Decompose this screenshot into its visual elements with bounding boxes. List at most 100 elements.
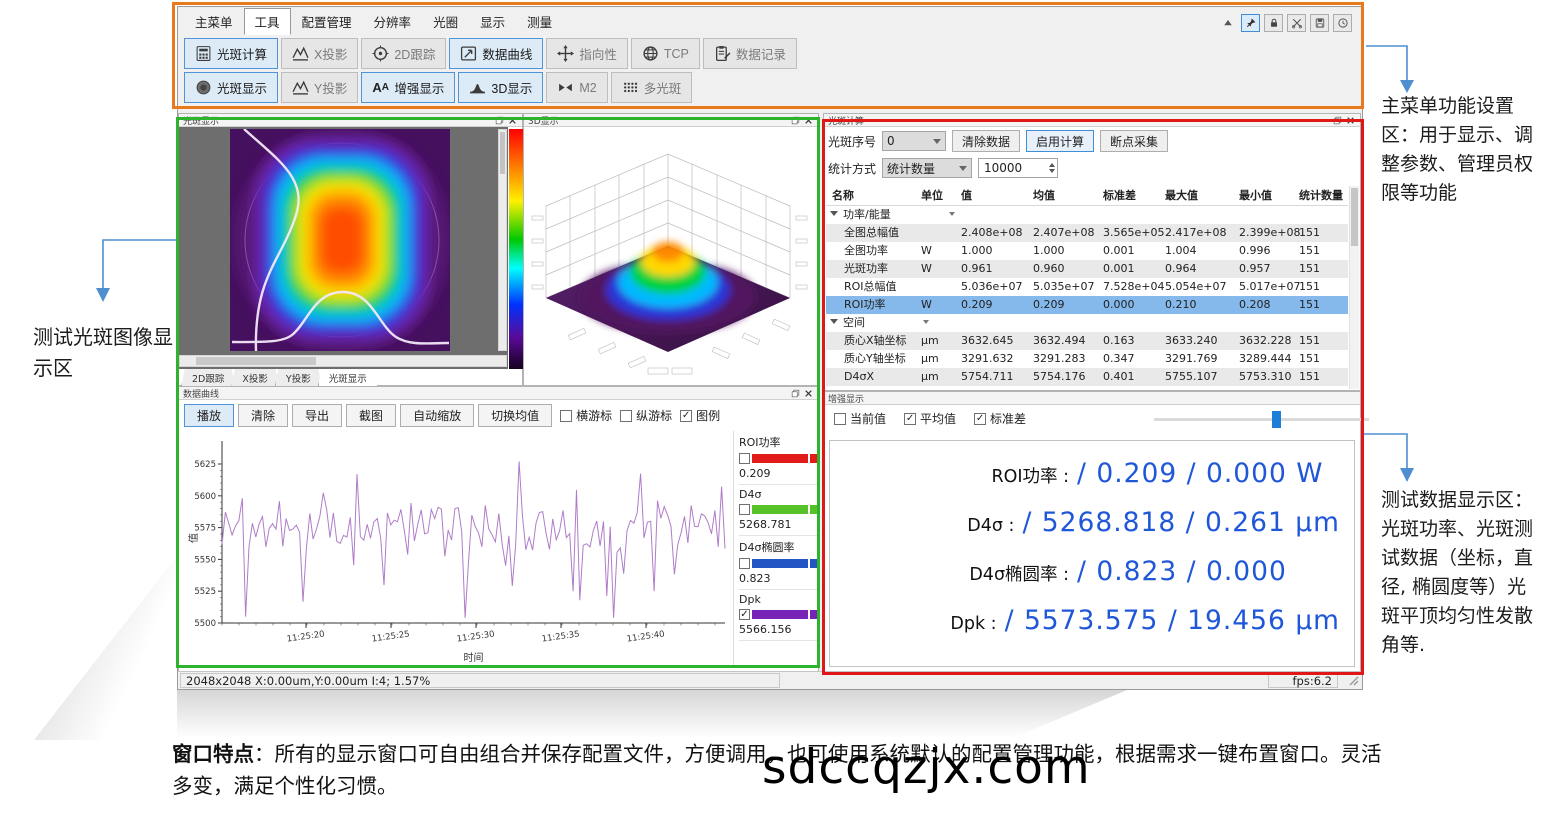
float-icon[interactable] — [1332, 115, 1343, 125]
slider-handle[interactable] — [1272, 411, 1281, 428]
menu-item-0[interactable]: 主菜单 — [184, 8, 244, 35]
collapse-caret-icon[interactable] — [830, 319, 838, 324]
collapse-icon[interactable] — [1218, 14, 1237, 32]
save-icon[interactable] — [1310, 14, 1329, 32]
float-icon[interactable] — [790, 388, 801, 398]
menu-item-6[interactable]: 测量 — [516, 8, 563, 35]
toolbar-button-data-record[interactable]: 数据记录 — [703, 38, 797, 69]
close-icon[interactable] — [803, 388, 814, 398]
table-header-4[interactable]: 标准差 — [1103, 186, 1165, 206]
close-icon[interactable] — [803, 115, 814, 125]
curve-button-3[interactable]: 截图 — [346, 404, 396, 427]
table-group-row-1[interactable]: 空间 — [826, 314, 1348, 332]
breakpoint-capture-button[interactable]: 断点采集 — [1100, 130, 1168, 152]
toolbar-button-pointing[interactable]: 指向性 — [546, 38, 628, 69]
float-icon[interactable] — [494, 115, 505, 125]
table-header-7[interactable]: 统计数量 — [1299, 186, 1348, 206]
stat-count-spinner[interactable]: 10000 — [978, 158, 1058, 178]
curve-button-4[interactable]: 自动缩放 — [400, 404, 474, 427]
table-scrollbar[interactable] — [1349, 186, 1359, 389]
menu-item-1[interactable]: 工具 — [244, 8, 291, 35]
toolbar-button-projection-y[interactable]: Y投影 — [281, 72, 358, 103]
curve-checkbox-1[interactable]: 纵游标 — [620, 407, 672, 424]
stat-mode-combobox[interactable]: 统计数量 — [882, 158, 972, 178]
beam-horizontal-scrollbar[interactable] — [179, 355, 507, 367]
tab-1[interactable]: X投影 — [231, 369, 279, 387]
toolbar-button-m2[interactable]: M2 — [546, 72, 607, 103]
table-row[interactable]: 全图总幅值2.408e+082.407e+083.565e+052.417e+0… — [826, 224, 1348, 242]
pin-icon[interactable] — [1241, 14, 1260, 32]
checkbox-icon[interactable] — [834, 413, 846, 425]
collapse-caret-icon[interactable] — [830, 211, 838, 216]
table-row[interactable]: 光斑功率W0.9610.9600.0010.9640.957151 — [826, 260, 1348, 278]
table-row[interactable]: 质心X轴坐标μm3632.6453632.4940.1633633.240363… — [826, 332, 1348, 350]
lock-icon[interactable] — [1264, 14, 1283, 32]
toolbar-button-enhance-aa[interactable]: AA增强显示 — [361, 72, 455, 103]
toolbar-button-multi-spot[interactable]: 多光斑 — [611, 72, 693, 103]
table-row[interactable]: ROI总幅值5.036e+075.035e+077.528e+045.054e+… — [826, 278, 1348, 296]
legend-checkbox[interactable] — [739, 558, 750, 569]
clear-data-button[interactable]: 清除数据 — [952, 130, 1020, 152]
seq-combobox[interactable]: 0 — [882, 131, 946, 151]
curve-button-1[interactable]: 清除 — [238, 404, 288, 427]
curve-button-2[interactable]: 导出 — [292, 404, 342, 427]
legend-checkbox[interactable] — [739, 504, 750, 515]
enhance-checkbox-1[interactable]: 平均值 — [904, 410, 956, 427]
beam-vertical-scrollbar[interactable] — [498, 129, 507, 351]
cut-icon[interactable] — [1287, 14, 1306, 32]
table-row[interactable]: 全图功率W1.0001.0000.0011.0040.996151 — [826, 242, 1348, 260]
group-filter-icon[interactable] — [923, 320, 929, 324]
table-row[interactable]: ROI功率W0.2090.2090.0000.2100.208151 — [826, 296, 1348, 314]
table-header-6[interactable]: 最小值 — [1239, 186, 1299, 206]
enhance-checkbox-2[interactable]: 标准差 — [974, 410, 1026, 427]
curve-checkbox-2[interactable]: 图例 — [680, 407, 720, 424]
toolbar-button-projection-x[interactable]: X投影 — [281, 38, 358, 69]
checkbox-icon[interactable] — [904, 413, 916, 425]
cell-count: 151 — [1299, 296, 1348, 314]
history-clock-icon[interactable] — [1333, 14, 1352, 32]
tab-2[interactable]: Y投影 — [275, 369, 322, 387]
curve-button-5[interactable]: 切换均值 — [478, 404, 552, 427]
enable-calc-button[interactable]: 启用计算 — [1026, 130, 1094, 152]
cell-value: 0.209 — [961, 296, 1033, 314]
close-icon[interactable] — [1345, 115, 1356, 125]
enhance-checkbox-0[interactable]: 当前值 — [834, 410, 886, 427]
float-icon[interactable] — [790, 115, 801, 125]
checkbox-icon[interactable] — [560, 410, 572, 422]
cell-std: 0.347 — [1103, 350, 1165, 368]
table-header-3[interactable]: 均值 — [1033, 186, 1103, 206]
close-icon[interactable] — [507, 115, 518, 125]
enhance-slider[interactable] — [1154, 418, 1369, 421]
toolbar-button-track-2d[interactable]: 2D跟踪 — [361, 38, 446, 69]
table-header-0[interactable]: 名称 — [826, 186, 921, 206]
checkbox-icon[interactable] — [620, 410, 632, 422]
checkbox-icon[interactable] — [974, 413, 986, 425]
table-header-1[interactable]: 单位 — [921, 186, 961, 206]
table-row[interactable]: D4σXμm5754.7115754.1760.4015755.1075753.… — [826, 368, 1348, 386]
tab-3[interactable]: 光斑显示 — [318, 369, 378, 387]
cell-mean: 5754.176 — [1033, 368, 1103, 386]
checkbox-icon[interactable] — [680, 410, 692, 422]
toolbar-button-globe[interactable]: TCP — [631, 38, 700, 69]
curve-button-0[interactable]: 播放 — [184, 404, 234, 427]
menu-item-3[interactable]: 分辨率 — [363, 8, 423, 35]
legend-checkbox[interactable] — [739, 609, 750, 620]
table-row[interactable]: 质心Y轴坐标μm3291.6323291.2830.3473291.769328… — [826, 350, 1348, 368]
toolbar-row-1: 光斑计算 X投影2D跟踪数据曲线指向性TCP数据记录 — [184, 38, 797, 69]
toolbar-button-calculator[interactable]: 光斑计算 — [184, 38, 278, 69]
table-header-2[interactable]: 值 — [961, 186, 1033, 206]
toolbar-button-data-curve[interactable]: 数据曲线 — [449, 38, 543, 69]
spinner-arrows-icon[interactable] — [1049, 163, 1055, 173]
menu-item-5[interactable]: 显示 — [469, 8, 516, 35]
group-filter-icon[interactable] — [949, 212, 955, 216]
toolbar-button-label: 光斑计算 — [217, 44, 267, 63]
menu-item-4[interactable]: 光圈 — [422, 8, 469, 35]
table-header-5[interactable]: 最大值 — [1165, 186, 1239, 206]
toolbar-button-surface-3d[interactable]: 3D显示 — [458, 72, 543, 103]
menu-item-2[interactable]: 配置管理 — [291, 8, 363, 35]
legend-checkbox[interactable] — [739, 453, 750, 464]
toolbar-button-spot-display[interactable]: 光斑显示 — [184, 72, 278, 103]
resize-grip-icon[interactable] — [1346, 673, 1360, 687]
curve-checkbox-0[interactable]: 横游标 — [560, 407, 612, 424]
table-group-row-0[interactable]: 功率/能量 — [826, 206, 1348, 224]
